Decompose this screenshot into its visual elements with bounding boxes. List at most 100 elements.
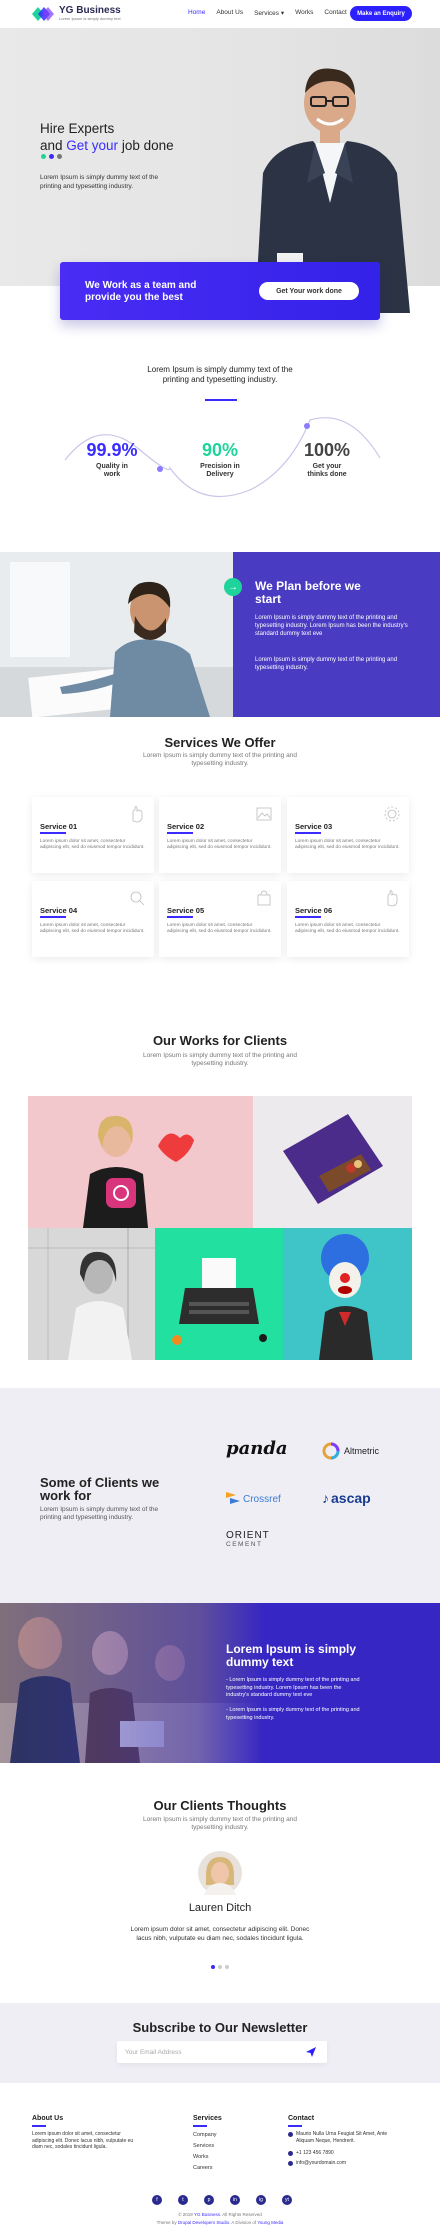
footer-underline xyxy=(32,2125,46,2127)
twitter-icon[interactable]: t xyxy=(178,2195,188,2205)
brand-name[interactable]: YG Business xyxy=(59,5,121,16)
service-underline xyxy=(295,832,321,834)
testimonial-pagination xyxy=(211,1965,229,1969)
pinterest-icon[interactable]: p xyxy=(204,2195,214,2205)
hero-title-and: and xyxy=(40,138,67,153)
footer-underline xyxy=(288,2125,302,2127)
send-icon[interactable] xyxy=(305,2046,317,2058)
band-paragraph-1: - Lorem Ipsum is simply dummy text of th… xyxy=(226,1677,360,1698)
client-logo-orient-text: ORIENT xyxy=(226,1530,270,1541)
nav-about[interactable]: About Us xyxy=(216,9,243,17)
client-logo-cement-text: CEMENT xyxy=(226,1541,263,1548)
hero-dot xyxy=(57,154,62,159)
hand-icon xyxy=(132,806,143,823)
footer-link-company[interactable]: Company xyxy=(193,2132,217,2138)
service-card[interactable]: Service 05 Lorem ipsum dolor sit amet, c… xyxy=(159,881,281,957)
stat-value: 100% xyxy=(303,440,351,460)
footer-phone[interactable]: +1 123 456 7890 xyxy=(296,2150,334,2157)
footer-email[interactable]: info@yourdomain.com xyxy=(296,2160,346,2167)
arrow-right-icon[interactable]: → xyxy=(224,578,242,596)
service-title: Service 01 xyxy=(40,822,78,831)
service-card[interactable]: Service 06 Lorem ipsum dolor sit amet, c… xyxy=(287,881,409,957)
nav-works[interactable]: Works xyxy=(295,9,313,17)
instagram-icon[interactable]: ig xyxy=(256,2195,266,2205)
service-desc: Lorem ipsum dolor sit amet, consectetur … xyxy=(167,839,272,850)
footer-about-title: About Us xyxy=(32,2115,64,2122)
copyright-brand-link[interactable]: YG Business xyxy=(194,2212,220,2217)
pagination-dot[interactable] xyxy=(211,1965,215,1969)
cta-bar: We Work as a team and provide you the be… xyxy=(60,262,380,320)
client-logo-crossref[interactable]: Crossref xyxy=(226,1488,306,1510)
footer-link-works[interactable]: Works xyxy=(193,2154,208,2160)
service-title: Service 05 xyxy=(167,906,205,915)
service-desc: Lorem ipsum dolor sit amet, consectetur … xyxy=(167,923,272,934)
social-links: f t p in ig yt xyxy=(152,2195,292,2205)
service-card[interactable]: Service 04 Lorem ipsum dolor sit amet, c… xyxy=(32,881,154,957)
crossref-icon xyxy=(226,1492,240,1504)
work-tile-woman[interactable] xyxy=(28,1228,155,1360)
hero-dot xyxy=(49,154,54,159)
altmetric-ring-icon xyxy=(322,1442,340,1460)
service-card[interactable]: Service 01 Lorem ipsum dolor sit amet, c… xyxy=(32,797,154,873)
client-logo-panda[interactable]: panda xyxy=(226,1438,296,1462)
client-logo-orient[interactable]: ORIENT CEMENT xyxy=(226,1530,306,1556)
hero-title: Hire Experts and Get your job done xyxy=(40,120,174,154)
nav-services[interactable]: Services ▾ xyxy=(254,9,284,17)
stat-label: Precision in Delivery xyxy=(200,463,240,478)
pagination-dot[interactable] xyxy=(225,1965,229,1969)
service-title: Service 06 xyxy=(295,906,333,915)
pagination-dot[interactable] xyxy=(218,1965,222,1969)
service-title: Service 02 xyxy=(167,822,205,831)
testimonials-title: Our Clients Thoughts xyxy=(153,1798,287,1813)
designer-illustration xyxy=(0,552,233,717)
avatar xyxy=(198,1851,242,1895)
footer-link-services[interactable]: Services xyxy=(193,2143,214,2149)
gear-icon xyxy=(384,806,400,822)
work-tile-clown[interactable] xyxy=(283,1228,412,1360)
bag-icon xyxy=(257,890,271,906)
hero-title-accent: Get your xyxy=(66,138,119,153)
work-tile-typewriter[interactable] xyxy=(155,1228,283,1360)
copyright-pre: © 2019 xyxy=(178,2212,194,2217)
works-title: Our Works for Clients xyxy=(152,1033,288,1048)
work-tile-instagram[interactable] xyxy=(28,1096,253,1228)
stat-quality: 99.9% Quality in work xyxy=(72,440,152,479)
newsletter-title: Subscribe to Our Newsletter xyxy=(132,2020,308,2035)
mail-icon xyxy=(288,2161,293,2166)
service-desc: Lorem ipsum dolor sit amet, consectetur … xyxy=(40,923,145,934)
client-logo-ascap[interactable]: ♪ ascap xyxy=(322,1486,402,1510)
clients-description: Lorem Ipsum is simply dummy text of the … xyxy=(40,1506,159,1521)
location-icon xyxy=(288,2132,293,2137)
linkedin-icon[interactable]: in xyxy=(230,2195,240,2205)
credit-mid: . A Division of xyxy=(229,2220,258,2225)
theme-credit: Theme by Drupal Developers Studio. A Div… xyxy=(0,2220,440,2225)
service-desc: Lorem ipsum dolor sit amet, consectetur … xyxy=(295,839,400,850)
client-logo-altmetric-text: Altmetric xyxy=(344,1446,380,1456)
facebook-icon[interactable]: f xyxy=(152,2195,162,2205)
nav-contact[interactable]: Contact xyxy=(324,9,346,17)
service-underline xyxy=(40,916,66,918)
main-nav: Home About Us Services ▾ Works Contact xyxy=(188,9,347,17)
enquiry-button[interactable]: Make an Enquiry xyxy=(350,6,412,21)
work-tile-chocolate[interactable] xyxy=(253,1096,412,1228)
credit-link[interactable]: Drupal Developers Studio xyxy=(178,2220,229,2225)
credit-link-2[interactable]: Young Media xyxy=(257,2220,283,2225)
service-card[interactable]: Service 02 Lorem ipsum dolor sit amet, c… xyxy=(159,797,281,873)
hero-title-rest: job done xyxy=(118,138,174,153)
get-work-done-button[interactable]: Get Your work done xyxy=(259,282,359,300)
hero-title-line1: Hire Experts xyxy=(40,121,115,136)
footer-link-careers[interactable]: Careers xyxy=(193,2165,213,2171)
music-note-icon: ♪ xyxy=(322,1490,329,1506)
client-logo-altmetric[interactable]: Altmetric xyxy=(322,1440,402,1462)
youtube-icon[interactable]: yt xyxy=(282,2195,292,2205)
testimonials-subtitle: Lorem Ipsum is simply dummy text of the … xyxy=(143,1816,297,1831)
logo-icon[interactable] xyxy=(32,7,54,21)
stat-label: Get your thinks done xyxy=(307,463,347,478)
service-card[interactable]: Service 03 Lorem ipsum dolor sit amet, c… xyxy=(287,797,409,873)
footer-about-text: Lorem ipsum dolor sit amet, consectetur … xyxy=(32,2131,134,2150)
email-input[interactable] xyxy=(125,2045,295,2059)
plan-paragraph-1: Lorem Ipsum is simply dummy text of the … xyxy=(255,615,408,637)
page: YG Business Lorem Ipsum is simply dummy … xyxy=(0,0,440,2230)
nav-home[interactable]: Home xyxy=(188,9,205,17)
instagram-work-image xyxy=(28,1096,253,1228)
